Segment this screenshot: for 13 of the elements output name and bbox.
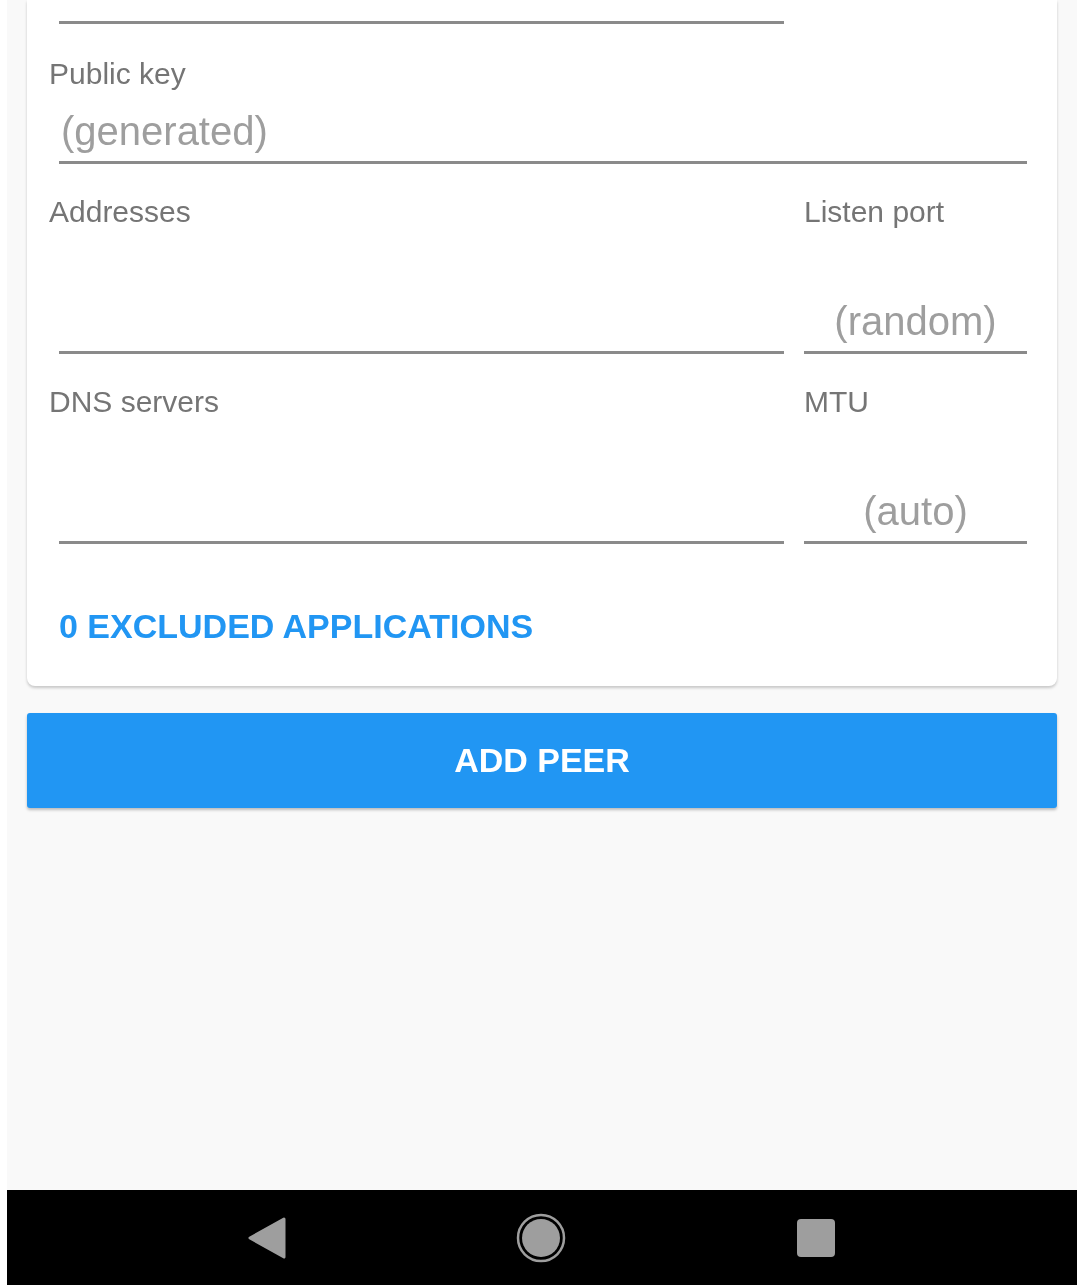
recents-icon[interactable] <box>796 1217 836 1258</box>
field-label: Addresses <box>49 194 192 230</box>
input-field[interactable]: (auto) <box>804 482 1027 544</box>
field-label: Public key <box>49 56 187 92</box>
add-peer-button[interactable]: ADD PEER <box>27 713 1057 808</box>
field-label: DNS servers <box>49 384 221 420</box>
field-label: Listen port <box>804 194 946 230</box>
input-field[interactable]: (random) <box>804 292 1027 354</box>
excluded-applications-button[interactable]: 0 EXCLUDED APPLICATIONS <box>59 606 534 646</box>
home-icon[interactable] <box>516 1212 566 1263</box>
input-field[interactable]: (generated) <box>59 102 1027 164</box>
back-icon[interactable] <box>248 1216 286 1259</box>
field-label: MTU <box>804 384 870 420</box>
